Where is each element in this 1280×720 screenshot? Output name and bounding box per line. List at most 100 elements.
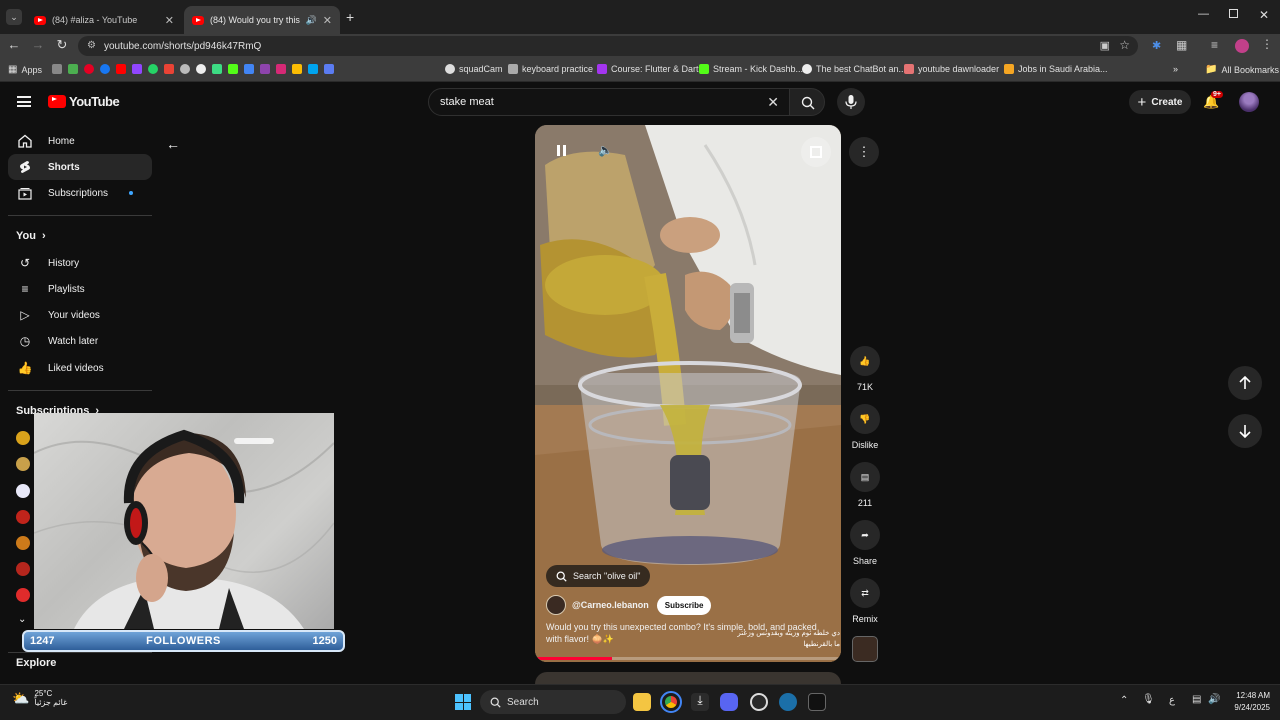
taskbar-search[interactable]: Search bbox=[480, 690, 626, 714]
media-control-icon[interactable]: ≡ bbox=[1211, 38, 1218, 52]
extension-icon[interactable]: ✱ bbox=[1152, 39, 1161, 52]
channel-avatar[interactable] bbox=[16, 457, 30, 471]
bookmark-apps[interactable]: ▦ Apps bbox=[8, 64, 42, 75]
create-button[interactable]: + Create bbox=[1129, 90, 1191, 114]
all-bookmarks-button[interactable]: 📁 All Bookmarks bbox=[1205, 64, 1279, 75]
discord-icon[interactable] bbox=[720, 693, 738, 711]
weather-widget[interactable]: ⛅ 25°C غائم جزئياً bbox=[12, 689, 67, 707]
download-app-icon[interactable]: ⤓ bbox=[691, 693, 709, 711]
sidebar-item-your-videos[interactable]: ▷ Your videos bbox=[8, 302, 152, 328]
microphone-tray-icon[interactable]: 🎙 bbox=[1142, 694, 1155, 705]
channel-avatar[interactable] bbox=[16, 536, 30, 550]
docs-icon[interactable] bbox=[324, 64, 334, 74]
tab-search-icon[interactable]: ⌄ bbox=[6, 9, 22, 25]
sidebar-item-watch-later[interactable]: ◷ Watch later bbox=[8, 328, 152, 354]
sidebar-item-shorts[interactable]: Shorts bbox=[8, 154, 152, 180]
web-icon[interactable] bbox=[180, 64, 190, 74]
search-chip[interactable]: Search "olive oil" bbox=[546, 565, 651, 587]
windows-icon[interactable] bbox=[308, 64, 318, 74]
bookmark-chatbot[interactable]: The best ChatBot an... bbox=[802, 64, 906, 74]
drive-icon[interactable] bbox=[292, 64, 302, 74]
close-tab-icon[interactable]: ✕ bbox=[165, 14, 174, 27]
search-input[interactable]: stake meat ✕ bbox=[428, 88, 790, 116]
minimize-window-button[interactable]: — bbox=[1198, 8, 1209, 20]
tool-icon[interactable] bbox=[260, 64, 270, 74]
sidebar-item-home[interactable]: Home bbox=[8, 128, 152, 154]
restore-window-button[interactable] bbox=[1229, 9, 1238, 18]
channel-avatar[interactable] bbox=[16, 431, 30, 445]
bookmark-keyboard-practice[interactable]: keyboard practice bbox=[508, 64, 593, 74]
bookmark-star-icon[interactable]: ☆ bbox=[1119, 38, 1130, 52]
reload-icon[interactable]: ↻ bbox=[53, 37, 71, 53]
sound-thumbnail[interactable] bbox=[852, 636, 878, 662]
network-icon[interactable]: ▤ bbox=[1192, 694, 1201, 705]
next-short-button[interactable] bbox=[1228, 414, 1262, 448]
file-explorer-icon[interactable] bbox=[633, 693, 651, 711]
channel-name[interactable]: @Carneo.lebanon bbox=[572, 600, 649, 610]
dislike-action[interactable]: 👎 Dislike bbox=[848, 404, 882, 450]
search-button[interactable] bbox=[789, 88, 825, 116]
shorts-video-player[interactable]: 🔈 Search "olive oil" @Carneo.lebanon Sub… bbox=[535, 125, 841, 662]
close-window-button[interactable]: ✕ bbox=[1259, 8, 1269, 22]
youtube-logo[interactable]: YouTube bbox=[48, 94, 120, 109]
bookmark-youtube-downloader[interactable]: youtube dawnloader bbox=[904, 64, 999, 74]
forward-arrow-icon[interactable]: → bbox=[29, 37, 47, 52]
browser-tab-current[interactable]: (84) Would you try this une 🔊 ✕ bbox=[184, 6, 340, 34]
channel-avatar[interactable] bbox=[16, 588, 30, 602]
address-bar[interactable]: ⚙ youtube.com/shorts/pd946k47RmQ ▣ ☆ bbox=[78, 36, 1138, 56]
obs-icon[interactable] bbox=[750, 693, 768, 711]
comment-icon[interactable]: ▤ bbox=[850, 462, 880, 492]
previous-short-button[interactable] bbox=[1228, 366, 1262, 400]
sidebar-item-liked-videos[interactable]: 👍 Liked videos bbox=[8, 355, 152, 381]
steam-icon[interactable] bbox=[779, 693, 797, 711]
site-info-icon[interactable]: ⚙ bbox=[87, 40, 96, 51]
share-action[interactable]: ➦ Share bbox=[848, 520, 882, 566]
comments-action[interactable]: ▤ 211 bbox=[848, 462, 882, 508]
pause-icon[interactable] bbox=[557, 145, 569, 157]
fullscreen-icon[interactable] bbox=[801, 137, 831, 167]
pinterest-icon[interactable] bbox=[84, 64, 94, 74]
like-icon[interactable]: 👍 bbox=[850, 346, 880, 376]
chrome-icon[interactable] bbox=[660, 691, 682, 713]
extensions-puzzle-icon[interactable]: ▦ bbox=[1176, 38, 1187, 52]
extension-bookmark-icon[interactable] bbox=[68, 64, 78, 74]
terminal-icon[interactable] bbox=[808, 693, 826, 711]
new-tab-button[interactable]: + bbox=[346, 9, 354, 25]
remix-icon[interactable]: ⇄ bbox=[850, 578, 880, 608]
profile-avatar[interactable] bbox=[1235, 39, 1249, 53]
show-hidden-icons-chevron[interactable]: ⌃ bbox=[1120, 695, 1128, 706]
youtube-bookmark-icon[interactable] bbox=[116, 64, 126, 74]
clear-search-icon[interactable]: ✕ bbox=[767, 94, 779, 111]
sidebar-item-playlists[interactable]: ≡ Playlists bbox=[8, 276, 152, 302]
sidebar-item-history[interactable]: ↺ History bbox=[8, 250, 152, 276]
channel-avatar[interactable] bbox=[16, 484, 30, 498]
twitch-icon[interactable] bbox=[132, 64, 142, 74]
bookmark-squadcam[interactable]: squadCam bbox=[445, 64, 503, 74]
share-icon[interactable]: ➦ bbox=[850, 520, 880, 550]
translate-icon[interactable] bbox=[244, 64, 254, 74]
more-options-button[interactable]: ⋮ bbox=[849, 137, 879, 167]
hamburger-menu-icon[interactable] bbox=[17, 96, 31, 107]
voice-search-button[interactable] bbox=[837, 88, 865, 116]
account-avatar[interactable] bbox=[1239, 92, 1259, 112]
android-icon[interactable] bbox=[212, 64, 222, 74]
install-app-icon[interactable]: ▣ bbox=[1100, 39, 1110, 52]
remix-action[interactable]: ⇄ Remix bbox=[848, 578, 882, 624]
subscribe-button[interactable]: Subscribe bbox=[656, 595, 712, 615]
chrome-menu-icon[interactable]: ⋮ bbox=[1261, 37, 1273, 51]
speaker-tray-icon[interactable]: 🔊 bbox=[1208, 694, 1220, 705]
language-indicator[interactable]: ع bbox=[1169, 695, 1175, 706]
facebook-icon[interactable] bbox=[100, 64, 110, 74]
notifications-bell-icon[interactable]: 🔔 9+ bbox=[1203, 91, 1223, 110]
show-more-chevron-icon[interactable]: ⌄ bbox=[18, 614, 26, 625]
back-arrow-icon[interactable]: ← bbox=[5, 37, 23, 52]
bookmark-kick-dashboard[interactable]: Stream - Kick Dashb... bbox=[699, 64, 803, 74]
windows-start-icon[interactable] bbox=[455, 694, 471, 710]
like-action[interactable]: 👍 71K bbox=[848, 346, 882, 392]
close-tab-icon[interactable]: ✕ bbox=[323, 14, 332, 27]
instagram-icon[interactable] bbox=[276, 64, 286, 74]
you-section-heading[interactable]: You › bbox=[16, 230, 46, 242]
bookmark-jobs-saudi[interactable]: Jobs in Saudi Arabia... bbox=[1004, 64, 1108, 74]
bookmarks-overflow-icon[interactable]: » bbox=[1173, 64, 1178, 74]
grid-bookmark-icon[interactable] bbox=[52, 64, 62, 74]
